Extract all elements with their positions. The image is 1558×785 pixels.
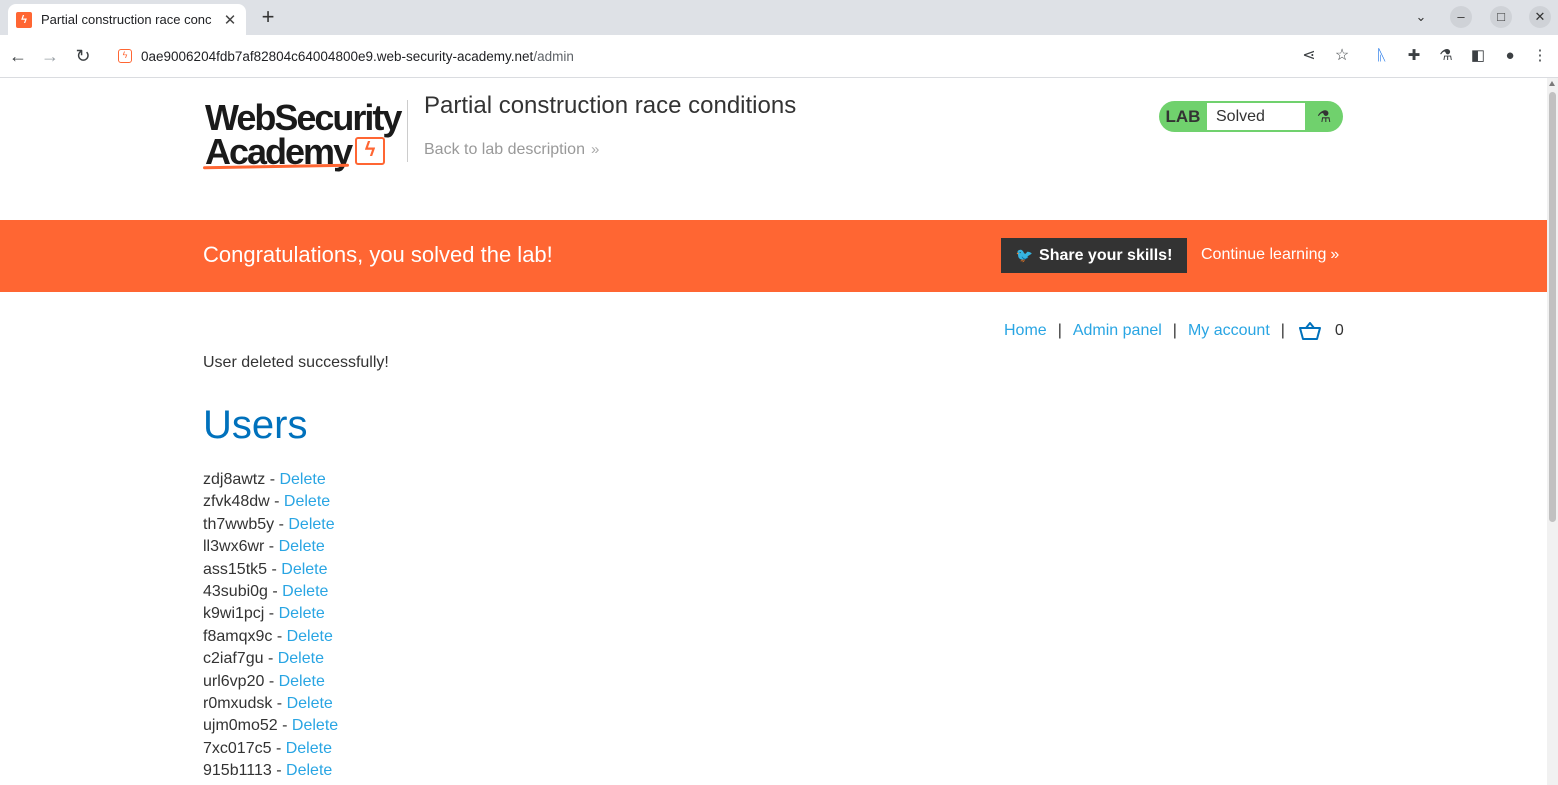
list-item: k9wi1pcj - Delete [203,605,325,623]
username: url6vp20 [203,672,265,690]
delete-user-link[interactable]: Delete [279,673,325,690]
lab-title: Partial construction race conditions [424,92,797,119]
list-item: c2iaf7gu - Delete [203,650,324,668]
browser-tab[interactable]: ϟ Partial construction race conc ✕ [8,4,246,35]
shopping-cart-icon[interactable] [1298,322,1321,340]
page-scrollbar[interactable] [1547,78,1558,785]
share-icon[interactable]: ⋖ [1297,40,1321,72]
delete-user-link[interactable]: Delete [287,628,333,645]
list-item: 915b1113 - Delete [203,762,333,780]
lab-status-badge: LAB Solved ⚗ [1159,101,1343,132]
list-item: url6vp20 - Delete [203,672,325,690]
new-tab-button[interactable]: + [256,5,280,29]
list-item: r0mxudsk - Delete [203,694,333,712]
list-item: 7xc017c5 - Delete [203,739,332,757]
header-divider [407,100,408,162]
delete-user-link[interactable]: Delete [292,717,338,734]
back-arrow-icon[interactable]: ← [6,44,30,68]
maximize-button[interactable]: □ [1490,6,1512,28]
list-item: ujm0mo52 - Delete [203,717,339,735]
flask-icon: ⚗ [1316,108,1332,126]
lab-badge-label: LAB [1165,106,1201,126]
username: ujm0mo52 [203,717,278,735]
users-heading: Users [203,403,308,447]
username: th7wwb5y [203,515,275,533]
lab-favicon-icon: ϟ [16,11,32,28]
list-item: ll3wx6wr - Delete [203,538,325,556]
list-item: zdj8awtz - Delete [203,471,326,488]
scroll-thumb[interactable] [1549,92,1556,522]
reload-icon[interactable]: ↻ [71,44,95,68]
web-security-academy-logo[interactable]: WebSecurity Academy ϟ [202,97,408,172]
tab-title: Partial construction race conc [41,12,212,27]
banner-message: Congratulations, you solved the lab! [203,242,553,267]
delete-user-link[interactable]: Delete [288,516,334,533]
delete-user-link[interactable]: Delete [279,538,325,555]
lab-badge-status: Solved [1207,103,1305,130]
back-to-lab-description-link[interactable]: Back to lab description» [424,141,599,159]
username: 43subi0g [203,582,268,600]
scroll-up-arrow-icon[interactable] [1549,81,1555,86]
nav-admin-panel-link[interactable]: Admin panel [1073,322,1162,340]
username: r0mxudsk [203,694,273,712]
solved-banner: Congratulations, you solved the lab! 🐦 S… [0,220,1547,292]
username: 915b1113 [203,762,272,780]
extension-icon[interactable]: ᚣ [1372,46,1392,66]
list-item: 43subi0g - Delete [203,582,329,600]
lightning-bolt-icon: ϟ [355,137,385,165]
continue-learning-link[interactable]: Continue learning» [1201,246,1339,264]
username: 7xc017c5 [203,739,272,757]
delete-user-link[interactable]: Delete [279,605,325,622]
delete-user-link[interactable]: Delete [287,695,333,712]
nav-my-account-link[interactable]: My account [1188,322,1270,340]
delete-user-link[interactable]: Delete [284,493,330,510]
browser-tab-bar: ϟ Partial construction race conc ✕ + ⌄ –… [0,0,1558,35]
address-bar[interactable]: ϟ 0ae9006204fdb7af82804c64004800e9.web-s… [106,40,1360,72]
double-chevron-right-icon: » [1330,246,1340,263]
username: ass15tk5 [203,560,268,578]
list-item: zfvk48dw - Delete [203,493,331,511]
delete-user-link[interactable]: Delete [286,762,332,779]
list-item: f8amqx9c - Delete [203,627,333,645]
close-tab-icon[interactable]: ✕ [222,11,238,29]
url-text: 0ae9006204fdb7af82804c64004800e9.web-sec… [141,48,574,64]
delete-user-link[interactable]: Delete [278,650,324,667]
site-info-icon[interactable]: ϟ [118,49,132,63]
profile-avatar-icon[interactable]: ● [1500,46,1520,66]
flask-extension-icon[interactable]: ⚗ [1436,46,1456,66]
username: k9wi1pcj [203,605,265,623]
delete-user-link[interactable]: Delete [282,583,328,600]
delete-user-link[interactable]: Delete [279,471,325,488]
delete-user-link[interactable]: Delete [286,740,332,757]
twitter-bird-icon: 🐦 [1015,247,1034,263]
minimize-button[interactable]: – [1450,6,1472,28]
double-chevron-right-icon: » [590,141,600,158]
list-item: ass15tk5 - Delete [203,560,328,578]
delete-user-link[interactable]: Delete [281,561,327,578]
puzzle-extensions-icon[interactable]: ✚ [1404,46,1424,66]
tab-search-chevron-icon[interactable]: ⌄ [1410,6,1432,28]
top-navigation: Home | Admin panel | My account | 0 [1004,322,1344,340]
share-skills-button[interactable]: 🐦 Share your skills! [1001,238,1187,273]
browser-menu-icon[interactable]: ⋮ [1530,46,1550,66]
cart-count: 0 [1334,322,1344,339]
username: zdj8awtz [203,471,266,488]
bookmark-star-icon[interactable]: ☆ [1330,40,1354,72]
user-list: zdj8awtz - Delete zfvk48dw - Delete th7wwb… [203,470,338,783]
forward-arrow-icon[interactable]: → [38,44,62,68]
close-window-button[interactable]: ✕ [1529,6,1551,28]
nav-home-link[interactable]: Home [1004,322,1047,340]
browser-toolbar: ← → ↻ ϟ 0ae9006204fdb7af82804c64004800e9… [0,35,1558,78]
list-item: th7wwb5y - Delete [203,515,335,533]
username: zfvk48dw [203,493,270,511]
side-panel-icon[interactable]: ◧ [1468,46,1488,66]
status-message: User deleted successfully! [203,354,389,371]
username: f8amqx9c [203,627,273,645]
username: c2iaf7gu [203,650,264,668]
username: ll3wx6wr [203,538,265,556]
